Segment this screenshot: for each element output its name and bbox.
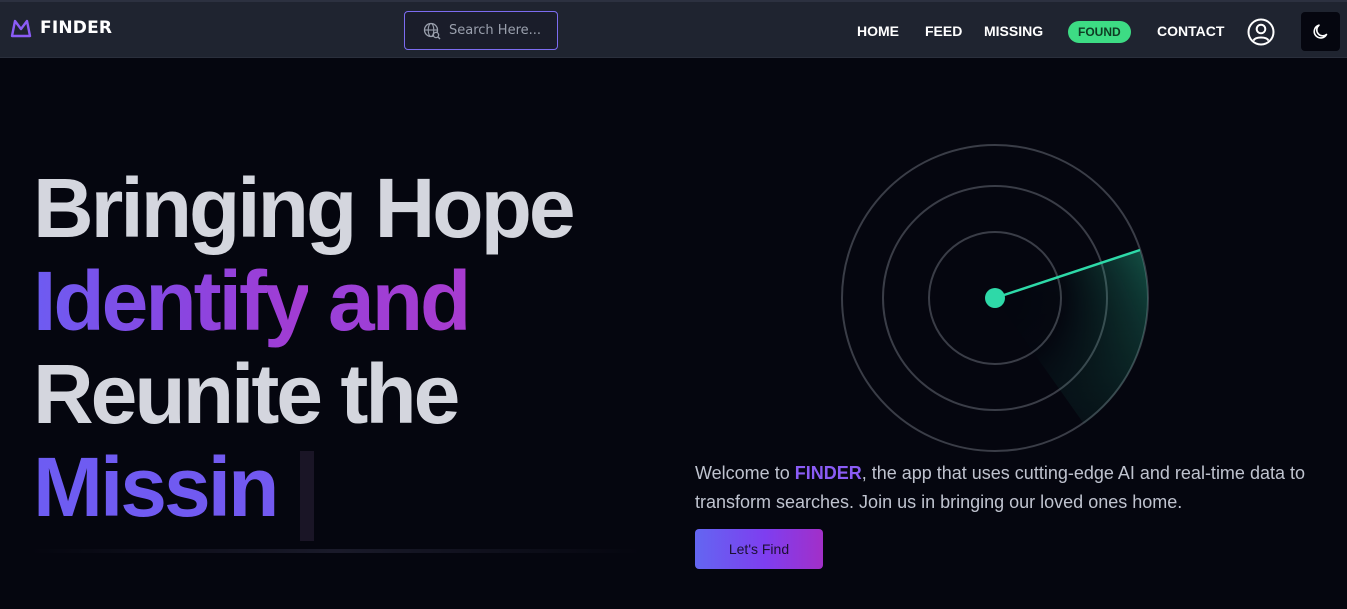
globe-search-icon (423, 22, 441, 39)
nav-home[interactable]: HOME (857, 23, 899, 39)
search-box[interactable] (404, 11, 559, 50)
nav-contact[interactable]: CONTACT (1157, 23, 1224, 39)
intro-text: Welcome to FINDER, the app that uses cut… (695, 459, 1315, 517)
nav-missing[interactable]: MISSING (984, 23, 1043, 39)
user-profile-button[interactable] (1247, 18, 1275, 46)
headline-line-3: Reunite the (33, 347, 460, 441)
headline-divider (30, 549, 640, 553)
nav-found[interactable]: FOUND (1068, 21, 1131, 43)
radar-sweep (995, 250, 1148, 424)
finder-logo-icon (10, 19, 32, 38)
brand-name: FINDER (40, 18, 113, 38)
nav-feed[interactable]: FEED (925, 23, 962, 39)
intro-brand: FINDER (794, 463, 862, 483)
search-input[interactable] (449, 23, 559, 38)
intro-prefix: Welcome to (695, 463, 795, 483)
radar-center-dot (985, 288, 1005, 308)
typing-cursor (300, 451, 314, 541)
lets-find-button[interactable]: Let's Find (695, 529, 823, 569)
headline-word-and: and (328, 254, 471, 348)
brand[interactable]: FINDER (10, 18, 112, 38)
radar-graphic (841, 144, 1149, 452)
navbar: FINDER HOME FEED MISSING FOUND CONTACT (0, 0, 1347, 58)
moon-icon (1312, 23, 1327, 39)
headline-line-2: Identify and (33, 255, 573, 348)
user-circle-icon (1247, 18, 1275, 46)
headline-word-identify: Identify (33, 254, 311, 348)
headline-line-1: Bringing Hope (33, 161, 576, 255)
theme-toggle-button[interactable] (1301, 12, 1340, 51)
